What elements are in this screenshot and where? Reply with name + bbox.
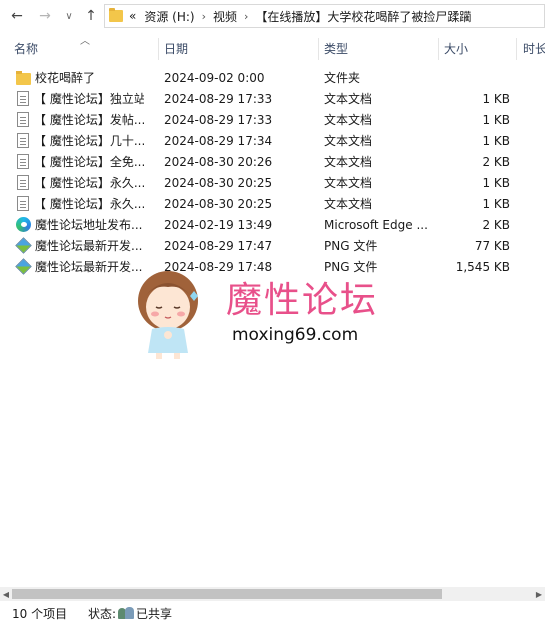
text-document-icon xyxy=(17,112,29,127)
breadcrumb-overflow[interactable]: « xyxy=(129,9,136,23)
file-date: 2024-08-29 17:34 xyxy=(164,133,273,148)
watermark-url: moxing69.com xyxy=(232,325,359,345)
up-arrow-icon: ↑ xyxy=(85,8,97,24)
folder-icon xyxy=(109,8,123,22)
edge-browser-icon xyxy=(16,217,31,232)
file-type: 文件夹 xyxy=(324,71,361,85)
file-name: 魔性论坛最新开发... xyxy=(35,239,143,253)
file-row[interactable]: 【 魔性论坛】发帖... 2024-08-29 17:33 文本文档 1 KB xyxy=(0,109,545,130)
horizontal-scrollbar[interactable]: ◀ ▶ xyxy=(0,587,545,601)
image-file-icon xyxy=(15,258,32,275)
scroll-left-icon[interactable]: ◀ xyxy=(0,588,12,600)
file-size: 2 KB xyxy=(482,154,510,169)
file-name: 【 魔性论坛】几十... xyxy=(34,134,144,148)
column-type-label: 类型 xyxy=(324,41,349,56)
text-document-icon xyxy=(17,196,29,211)
chevron-down-icon: ∨ xyxy=(65,10,73,22)
file-date: 2024-08-29 17:47 xyxy=(164,238,273,253)
item-count: 10 个项目 xyxy=(12,606,68,621)
file-row[interactable]: 【 魔性论坛】几十... 2024-08-29 17:34 文本文档 1 KB xyxy=(0,130,545,151)
file-row[interactable]: 【 魔性论坛】永久... 2024-08-30 20:25 文本文档 1 KB xyxy=(0,193,545,214)
file-type: 文本文档 xyxy=(324,176,373,190)
file-row[interactable]: 【 魔性论坛】独立站... 2024-08-29 17:33 文本文档 1 KB xyxy=(0,88,545,109)
column-header-date[interactable]: 日期 xyxy=(150,34,318,62)
file-date: 2024-08-29 17:33 xyxy=(164,91,273,106)
file-size: 1 KB xyxy=(482,196,510,211)
text-document-icon xyxy=(17,175,29,190)
file-name: 【 魔性论坛】发帖... xyxy=(34,113,144,127)
share-status: 状态: 已共享 xyxy=(88,605,172,622)
column-date-label: 日期 xyxy=(164,41,189,56)
folder-icon xyxy=(16,70,31,85)
recent-locations-button[interactable]: ∨ xyxy=(62,4,76,28)
file-name: 魔性论坛地址发布... xyxy=(35,218,143,232)
file-size: 1 KB xyxy=(482,133,510,148)
back-arrow-icon: ← xyxy=(11,8,23,24)
file-size: 1 KB xyxy=(482,175,510,190)
status-value: 已共享 xyxy=(136,606,173,621)
file-row[interactable]: 魔性论坛最新开发... 2024-08-29 17:47 PNG 文件 77 K… xyxy=(0,235,545,256)
shared-users-icon xyxy=(118,606,135,620)
file-size: 77 KB xyxy=(474,238,510,253)
breadcrumb-separator[interactable]: › xyxy=(202,10,206,23)
column-header-duration[interactable]: 时长 xyxy=(509,34,545,62)
file-size: 1 KB xyxy=(482,112,510,127)
forward-arrow-icon: → xyxy=(39,8,51,24)
file-date: 2024-08-30 20:25 xyxy=(164,175,273,190)
file-size: 2 KB xyxy=(482,217,510,232)
column-header-size[interactable]: 大小 xyxy=(430,34,516,62)
column-header-row: 名称 ︿ 日期 类型 大小 时长 xyxy=(0,34,545,62)
file-name: 【 魔性论坛】独立站... xyxy=(34,92,144,106)
up-button[interactable]: ↑ xyxy=(80,4,102,28)
status-bar: 10 个项目 状态: 已共享 xyxy=(0,602,545,624)
file-row[interactable]: 魔性论坛地址发布... 2024-02-19 13:49 Microsoft E… xyxy=(0,214,545,235)
file-type: Microsoft Edge ... xyxy=(324,217,428,232)
file-date: 2024-02-19 13:49 xyxy=(164,217,273,232)
file-name: 【 魔性论坛】全免... xyxy=(34,155,144,169)
file-type: 文本文档 xyxy=(324,113,373,127)
column-name-label: 名称 xyxy=(14,41,39,56)
text-document-icon xyxy=(17,91,29,106)
file-date: 2024-08-30 20:26 xyxy=(164,154,273,169)
file-name: 校花喝醉了 xyxy=(35,71,96,85)
breadcrumb-videos[interactable]: 视频 xyxy=(213,8,237,25)
file-type: 文本文档 xyxy=(324,134,373,148)
breadcrumb-separator[interactable]: › xyxy=(244,10,248,23)
back-button[interactable]: ← xyxy=(6,4,28,28)
scroll-right-icon[interactable]: ▶ xyxy=(533,588,545,600)
file-row[interactable]: 【 魔性论坛】全免... 2024-08-30 20:26 文本文档 2 KB xyxy=(0,151,545,172)
file-name: 魔性论坛最新开发... xyxy=(35,260,143,274)
column-header-type[interactable]: 类型 xyxy=(310,34,438,62)
text-document-icon xyxy=(17,154,29,169)
file-type: PNG 文件 xyxy=(324,239,378,253)
file-name: 【 魔性论坛】永久... xyxy=(34,176,144,190)
watermark-logo: 魔性论坛 moxing69.com xyxy=(130,255,400,365)
file-type: 文本文档 xyxy=(324,92,373,106)
scrollbar-thumb[interactable] xyxy=(12,589,442,599)
column-header-name[interactable]: 名称 ︿ xyxy=(0,34,158,62)
file-type: 文本文档 xyxy=(324,197,373,211)
cartoon-girl-icon xyxy=(138,271,198,359)
file-type: 文本文档 xyxy=(324,155,373,169)
file-date: 2024-09-02 0:00 xyxy=(164,70,265,85)
breadcrumb-current-folder[interactable]: 【在线播放】大学校花喝醉了被捡尸蹂躏 xyxy=(255,8,471,25)
file-size: 1 KB xyxy=(482,91,510,106)
file-size: 1,545 KB xyxy=(455,259,510,274)
sort-ascending-icon: ︿ xyxy=(80,36,90,47)
breadcrumb-drive[interactable]: 资源 (H:) xyxy=(144,8,194,25)
file-row[interactable]: 校花喝醉了 2024-09-02 0:00 文件夹 xyxy=(0,67,545,88)
file-date: 2024-08-29 17:33 xyxy=(164,112,273,127)
file-name: 【 魔性论坛】永久... xyxy=(34,197,144,211)
image-file-icon xyxy=(15,237,32,254)
watermark-title: 魔性论坛 xyxy=(226,280,379,321)
status-label: 状态: xyxy=(88,606,117,621)
file-date: 2024-08-30 20:25 xyxy=(164,196,273,211)
navigation-bar: ← → ∨ ↑ « 资源 (H:) › 视频 › 【在线播放】大学校花喝醉了被捡… xyxy=(0,0,545,32)
address-bar[interactable]: « 资源 (H:) › 视频 › 【在线播放】大学校花喝醉了被捡尸蹂躏 xyxy=(104,4,545,28)
forward-button[interactable]: → xyxy=(34,4,56,28)
column-size-label: 大小 xyxy=(444,41,469,56)
column-duration-label: 时长 xyxy=(523,41,545,56)
text-document-icon xyxy=(17,133,29,148)
file-row[interactable]: 【 魔性论坛】永久... 2024-08-30 20:25 文本文档 1 KB xyxy=(0,172,545,193)
